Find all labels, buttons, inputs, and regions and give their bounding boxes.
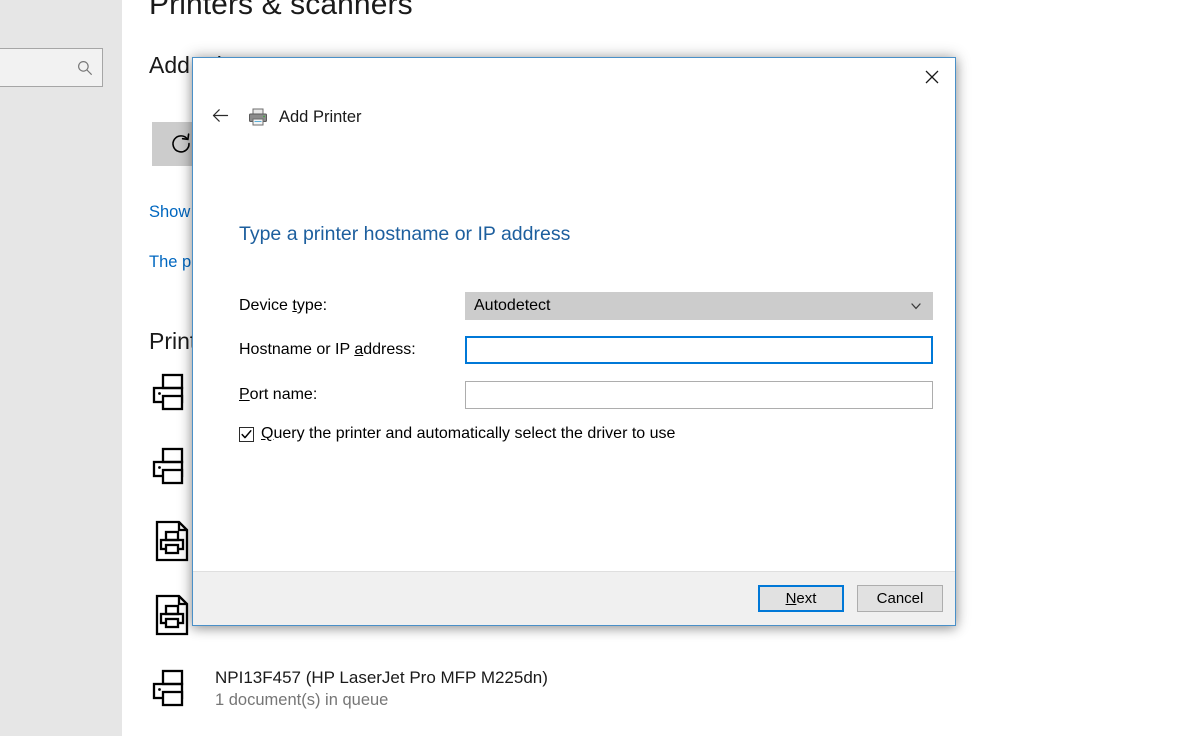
close-icon — [924, 69, 940, 88]
hostname-input[interactable] — [465, 336, 933, 364]
page-title: Printers & scanners — [149, 0, 413, 21]
device-type-value: Autodetect — [474, 297, 551, 314]
dialog-header: Add Printer — [193, 98, 955, 136]
dialog-footer: Next Cancel — [193, 571, 955, 625]
printer-icon — [149, 370, 195, 416]
port-name-input[interactable] — [465, 381, 933, 409]
chevron-down-icon — [909, 299, 923, 313]
label-port-name: Port name: — [239, 386, 318, 403]
cancel-button[interactable]: Cancel — [857, 585, 943, 612]
dialog-subtitle: Type a printer hostname or IP address — [239, 223, 571, 245]
form-row-port-name: Port name: — [239, 381, 933, 409]
dialog-title: Add Printer — [279, 107, 362, 126]
query-printer-checkbox-row[interactable]: Query the printer and automatically sele… — [239, 425, 675, 443]
document-printer-icon — [149, 592, 195, 638]
printer-status: 1 document(s) in queue — [215, 691, 389, 709]
printer-name: NPI13F457 (HP LaserJet Pro MFP M225dn) — [215, 668, 548, 687]
dialog-titlebar — [193, 58, 955, 98]
next-button[interactable]: Next — [758, 585, 844, 612]
document-printer-icon — [149, 518, 195, 564]
close-button[interactable] — [909, 58, 955, 98]
search-icon — [76, 59, 94, 77]
settings-nav-pane — [0, 0, 122, 736]
back-arrow-icon — [210, 105, 231, 129]
printer-icon — [149, 444, 195, 490]
printer-icon — [149, 666, 195, 712]
query-printer-checkbox-label: Query the printer and automatically sele… — [261, 425, 676, 442]
device-type-select[interactable]: Autodetect — [465, 292, 933, 320]
form-row-hostname: Hostname or IP address: — [239, 336, 933, 364]
back-button[interactable] — [203, 102, 237, 132]
dialog-body: Type a printer hostname or IP address De… — [193, 136, 955, 571]
label-device-type: Device type: — [239, 297, 328, 314]
search-input[interactable] — [0, 48, 103, 87]
list-item[interactable]: NPI13F457 (HP LaserJet Pro MFP M225dn) 1… — [149, 666, 548, 712]
refresh-icon — [169, 131, 193, 158]
query-printer-checkbox[interactable] — [239, 426, 254, 442]
form-row-device-type: Device type: Autodetect — [239, 292, 933, 320]
add-printer-dialog: Add Printer Type a printer hostname or I… — [192, 57, 956, 626]
label-hostname: Hostname or IP address: — [239, 341, 416, 358]
printer-icon — [247, 106, 269, 128]
